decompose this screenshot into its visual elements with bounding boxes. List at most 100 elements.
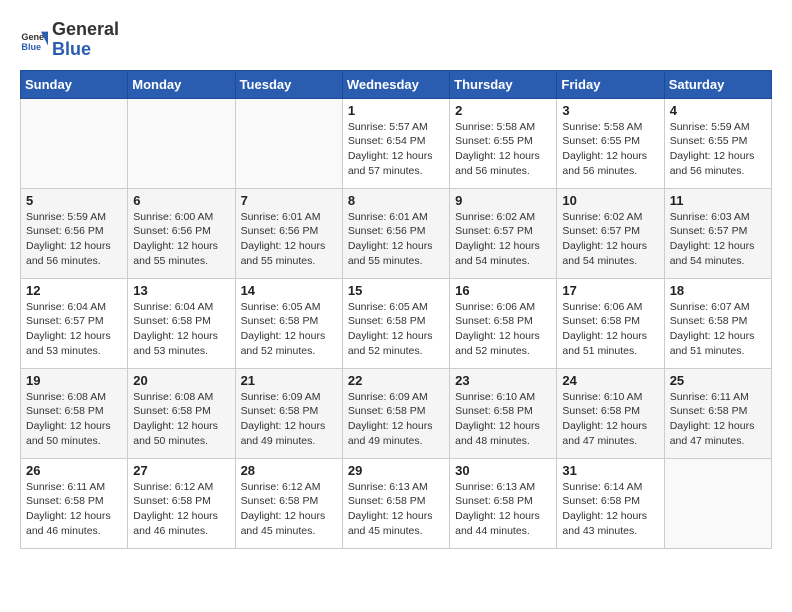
calendar-cell: 8 Sunrise: 6:01 AM Sunset: 6:56 PM Daylig… (342, 188, 449, 278)
day-info: Sunrise: 5:58 AM Sunset: 6:55 PM Dayligh… (562, 120, 658, 179)
calendar-cell: 1 Sunrise: 5:57 AM Sunset: 6:54 PM Daylig… (342, 98, 449, 188)
day-info: Sunrise: 5:59 AM Sunset: 6:55 PM Dayligh… (670, 120, 766, 179)
calendar-cell: 15 Sunrise: 6:05 AM Sunset: 6:58 PM Dayli… (342, 278, 449, 368)
day-info: Sunrise: 6:12 AM Sunset: 6:58 PM Dayligh… (241, 480, 337, 539)
day-info: Sunrise: 5:57 AM Sunset: 6:54 PM Dayligh… (348, 120, 444, 179)
calendar-cell: 22 Sunrise: 6:09 AM Sunset: 6:58 PM Dayli… (342, 368, 449, 458)
week-row-2: 5 Sunrise: 5:59 AM Sunset: 6:56 PM Daylig… (21, 188, 772, 278)
calendar-cell: 23 Sunrise: 6:10 AM Sunset: 6:58 PM Dayli… (450, 368, 557, 458)
day-number: 29 (348, 463, 444, 478)
week-row-1: 1 Sunrise: 5:57 AM Sunset: 6:54 PM Daylig… (21, 98, 772, 188)
day-info: Sunrise: 6:04 AM Sunset: 6:58 PM Dayligh… (133, 300, 229, 359)
svg-text:Blue: Blue (21, 42, 41, 52)
day-number: 24 (562, 373, 658, 388)
calendar-cell: 21 Sunrise: 6:09 AM Sunset: 6:58 PM Dayli… (235, 368, 342, 458)
week-row-3: 12 Sunrise: 6:04 AM Sunset: 6:57 PM Dayli… (21, 278, 772, 368)
day-number: 8 (348, 193, 444, 208)
day-info: Sunrise: 6:06 AM Sunset: 6:58 PM Dayligh… (562, 300, 658, 359)
day-number: 11 (670, 193, 766, 208)
day-info: Sunrise: 6:01 AM Sunset: 6:56 PM Dayligh… (348, 210, 444, 269)
day-info: Sunrise: 6:06 AM Sunset: 6:58 PM Dayligh… (455, 300, 551, 359)
day-number: 21 (241, 373, 337, 388)
calendar-cell (128, 98, 235, 188)
weekday-saturday: Saturday (664, 70, 771, 98)
day-info: Sunrise: 6:09 AM Sunset: 6:58 PM Dayligh… (241, 390, 337, 449)
calendar-cell: 16 Sunrise: 6:06 AM Sunset: 6:58 PM Dayli… (450, 278, 557, 368)
calendar-cell (21, 98, 128, 188)
day-number: 23 (455, 373, 551, 388)
calendar-cell: 9 Sunrise: 6:02 AM Sunset: 6:57 PM Daylig… (450, 188, 557, 278)
day-number: 20 (133, 373, 229, 388)
logo-icon: General Blue (20, 26, 48, 54)
weekday-monday: Monday (128, 70, 235, 98)
calendar-cell: 19 Sunrise: 6:08 AM Sunset: 6:58 PM Dayli… (21, 368, 128, 458)
calendar-cell: 14Sunrise: 6:05 AM Sunset: 6:58 PM Dayli… (235, 278, 342, 368)
calendar-cell: 30 Sunrise: 6:13 AM Sunset: 6:58 PM Dayli… (450, 458, 557, 548)
day-info: Sunrise: 6:08 AM Sunset: 6:58 PM Dayligh… (26, 390, 122, 449)
calendar-cell: 29 Sunrise: 6:13 AM Sunset: 6:58 PM Dayli… (342, 458, 449, 548)
day-info: Sunrise: 6:00 AM Sunset: 6:56 PM Dayligh… (133, 210, 229, 269)
logo-general: General (52, 20, 119, 40)
weekday-header-row: SundayMondayTuesdayWednesdayThursdayFrid… (21, 70, 772, 98)
day-number: 2 (455, 103, 551, 118)
calendar-cell (664, 458, 771, 548)
weekday-friday: Friday (557, 70, 664, 98)
calendar-cell: 28 Sunrise: 6:12 AM Sunset: 6:58 PM Dayli… (235, 458, 342, 548)
calendar-cell: 26 Sunrise: 6:11 AM Sunset: 6:58 PM Dayli… (21, 458, 128, 548)
day-info: Sunrise: 5:58 AM Sunset: 6:55 PM Dayligh… (455, 120, 551, 179)
day-info: Sunrise: 6:05 AM Sunset: 6:58 PM Dayligh… (348, 300, 444, 359)
day-number: 19 (26, 373, 122, 388)
day-number: 3 (562, 103, 658, 118)
day-info: Sunrise: 6:11 AM Sunset: 6:58 PM Dayligh… (26, 480, 122, 539)
day-number: 12 (26, 283, 122, 298)
day-info: Sunrise: 6:03 AM Sunset: 6:57 PM Dayligh… (670, 210, 766, 269)
day-number: 4 (670, 103, 766, 118)
weekday-thursday: Thursday (450, 70, 557, 98)
day-number: 9 (455, 193, 551, 208)
calendar-cell: 2 Sunrise: 5:58 AM Sunset: 6:55 PM Daylig… (450, 98, 557, 188)
day-number: 28 (241, 463, 337, 478)
day-info: Sunrise: 6:07 AM Sunset: 6:58 PM Dayligh… (670, 300, 766, 359)
weekday-sunday: Sunday (21, 70, 128, 98)
week-row-5: 26 Sunrise: 6:11 AM Sunset: 6:58 PM Dayli… (21, 458, 772, 548)
calendar-cell: 10 Sunrise: 6:02 AM Sunset: 6:57 PM Dayli… (557, 188, 664, 278)
calendar-table: SundayMondayTuesdayWednesdayThursdayFrid… (20, 70, 772, 549)
day-number: 25 (670, 373, 766, 388)
day-number: 26 (26, 463, 122, 478)
day-number: 18 (670, 283, 766, 298)
calendar-cell: 5 Sunrise: 5:59 AM Sunset: 6:56 PM Daylig… (21, 188, 128, 278)
day-info: Sunrise: 6:05 AM Sunset: 6:58 PM Dayligh… (241, 300, 337, 359)
day-number: 22 (348, 373, 444, 388)
day-info: Sunrise: 6:02 AM Sunset: 6:57 PM Dayligh… (562, 210, 658, 269)
day-info: Sunrise: 6:12 AM Sunset: 6:58 PM Dayligh… (133, 480, 229, 539)
weekday-tuesday: Tuesday (235, 70, 342, 98)
calendar-cell: 12 Sunrise: 6:04 AM Sunset: 6:57 PM Dayli… (21, 278, 128, 368)
calendar-cell: 31 Sunrise: 6:14 AM Sunset: 6:58 PM Dayli… (557, 458, 664, 548)
calendar-cell: 27 Sunrise: 6:12 AM Sunset: 6:58 PM Dayli… (128, 458, 235, 548)
page-header: General Blue General Blue (20, 20, 772, 60)
day-number: 16 (455, 283, 551, 298)
day-info: Sunrise: 6:04 AM Sunset: 6:57 PM Dayligh… (26, 300, 122, 359)
day-info: Sunrise: 6:13 AM Sunset: 6:58 PM Dayligh… (455, 480, 551, 539)
day-info: Sunrise: 6:13 AM Sunset: 6:58 PM Dayligh… (348, 480, 444, 539)
day-number: 15 (348, 283, 444, 298)
day-number: 1 (348, 103, 444, 118)
day-info: Sunrise: 6:10 AM Sunset: 6:58 PM Dayligh… (455, 390, 551, 449)
day-info: Sunrise: 6:08 AM Sunset: 6:58 PM Dayligh… (133, 390, 229, 449)
day-number: 27 (133, 463, 229, 478)
day-number: 31 (562, 463, 658, 478)
day-number: 10 (562, 193, 658, 208)
day-info: Sunrise: 6:01 AM Sunset: 6:56 PM Dayligh… (241, 210, 337, 269)
logo: General Blue General Blue (20, 20, 119, 60)
day-number: 6 (133, 193, 229, 208)
calendar-cell: 4 Sunrise: 5:59 AM Sunset: 6:55 PM Daylig… (664, 98, 771, 188)
day-info: Sunrise: 6:09 AM Sunset: 6:58 PM Dayligh… (348, 390, 444, 449)
day-number: 5 (26, 193, 122, 208)
day-info: Sunrise: 6:02 AM Sunset: 6:57 PM Dayligh… (455, 210, 551, 269)
day-number: 30 (455, 463, 551, 478)
calendar-cell: 11 Sunrise: 6:03 AM Sunset: 6:57 PM Dayli… (664, 188, 771, 278)
day-info: Sunrise: 5:59 AM Sunset: 6:56 PM Dayligh… (26, 210, 122, 269)
day-info: Sunrise: 6:14 AM Sunset: 6:58 PM Dayligh… (562, 480, 658, 539)
calendar-cell: 6 Sunrise: 6:00 AM Sunset: 6:56 PM Daylig… (128, 188, 235, 278)
day-number: 17 (562, 283, 658, 298)
